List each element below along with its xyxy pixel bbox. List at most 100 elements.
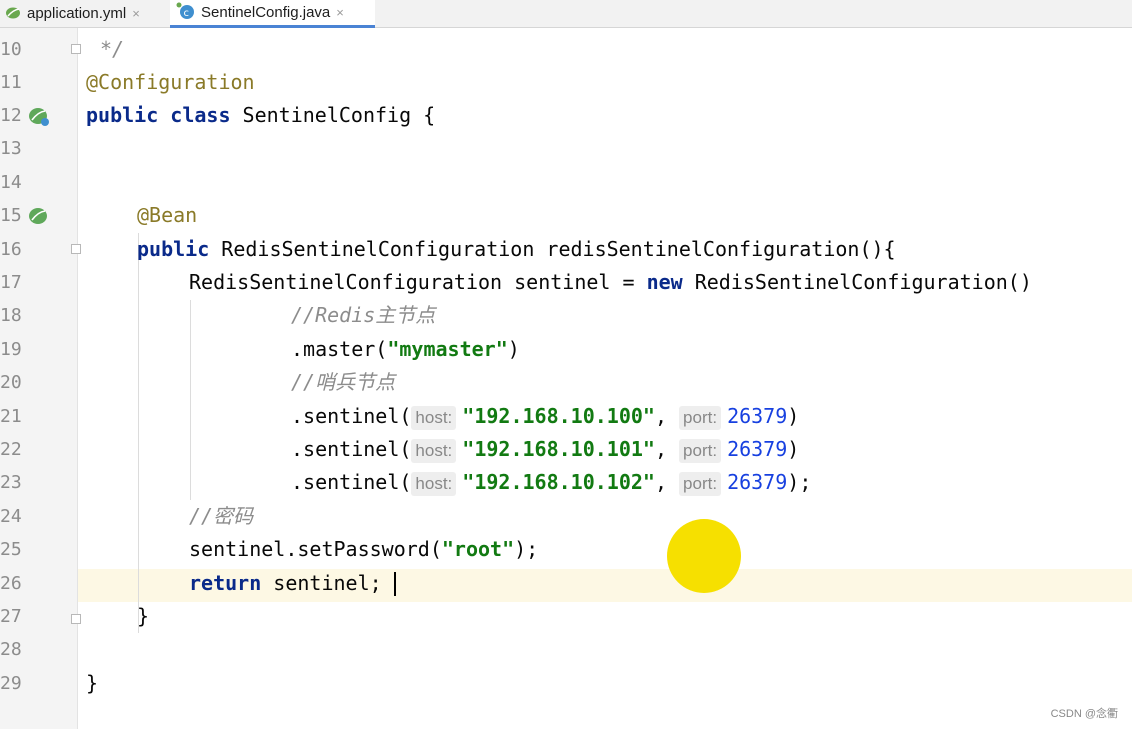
line-number: 10 bbox=[0, 39, 22, 60]
line-number: 15 bbox=[0, 205, 22, 226]
tab-sentinelconfig-java[interactable]: c SentinelConfig.java × bbox=[170, 0, 375, 28]
string-literal: "192.168.10.100" bbox=[462, 404, 655, 428]
code-line-19: .master("mymaster") bbox=[291, 333, 520, 366]
line-number: 16 bbox=[0, 239, 22, 260]
code-line-15: @Bean bbox=[137, 199, 197, 232]
string-literal: "root" bbox=[441, 537, 515, 561]
code-line-22: .sentinel(host: "192.168.10.101", port: 26… bbox=[291, 433, 799, 466]
code-line-16: public RedisSentinelConfiguration redisS… bbox=[137, 233, 896, 266]
code-text: .sentinel( bbox=[291, 470, 412, 494]
code-text: ) bbox=[787, 437, 800, 461]
annotation: @Configuration bbox=[86, 70, 255, 94]
text-cursor bbox=[394, 572, 396, 596]
line-number: 23 bbox=[0, 472, 22, 493]
code-line-25: sentinel.setPassword("root"); bbox=[189, 533, 538, 566]
code-line-23: .sentinel(host: "192.168.10.102", port: 26… bbox=[291, 466, 811, 499]
code-text: RedisSentinelConfiguration() bbox=[682, 270, 1032, 294]
code-line-29: } bbox=[86, 667, 98, 700]
code-text: ) bbox=[787, 404, 800, 428]
keyword: new bbox=[646, 270, 683, 294]
param-hint-port: port: bbox=[679, 406, 722, 430]
close-tab-icon[interactable]: × bbox=[132, 6, 140, 21]
indent-guide bbox=[190, 300, 191, 500]
string-literal: "192.168.10.101" bbox=[462, 437, 655, 461]
code-line-24: //密码 bbox=[189, 500, 253, 533]
line-number: 28 bbox=[0, 639, 22, 660]
java-class-icon: c bbox=[176, 2, 196, 24]
line-number: 20 bbox=[0, 372, 22, 393]
line-number-gutter[interactable]: 10 11 12 13 14 15 16 17 18 19 20 21 22 2… bbox=[0, 28, 110, 729]
param-hint-port: port: bbox=[679, 439, 722, 463]
param-hint-host: host: bbox=[411, 472, 457, 496]
code-editor[interactable]: */ @Configuration public class SentinelC… bbox=[78, 28, 1132, 729]
line-number: 24 bbox=[0, 506, 22, 527]
comment-end: */ bbox=[100, 37, 125, 61]
code-text: SentinelConfig { bbox=[230, 103, 436, 127]
indent-guide bbox=[138, 233, 139, 633]
line-number: 11 bbox=[0, 72, 22, 93]
closing-brace: } bbox=[86, 671, 99, 695]
param-hint-host: host: bbox=[411, 406, 457, 430]
line-number: 14 bbox=[0, 172, 22, 193]
string-literal: "mymaster" bbox=[387, 337, 508, 361]
code-text: , bbox=[654, 404, 667, 428]
comment: //Redis主节点 bbox=[291, 303, 436, 327]
tab-label: application.yml bbox=[27, 5, 127, 22]
code-text: .sentinel( bbox=[291, 404, 412, 428]
code-line-17: RedisSentinelConfiguration sentinel = ne… bbox=[189, 266, 1032, 299]
line-number: 17 bbox=[0, 272, 22, 293]
line-number: 12 bbox=[0, 105, 22, 126]
spring-bean-gutter-icon[interactable] bbox=[27, 206, 51, 232]
param-hint-host: host: bbox=[411, 439, 457, 463]
code-text: RedisSentinelConfiguration sentinel = bbox=[189, 270, 647, 294]
code-text: ); bbox=[514, 537, 539, 561]
code-line-26: return sentinel; bbox=[189, 567, 382, 600]
code-text: , bbox=[654, 437, 667, 461]
line-number: 22 bbox=[0, 439, 22, 460]
watermark: CSDN @念衢 bbox=[1050, 708, 1118, 720]
comment: //密码 bbox=[189, 504, 254, 528]
line-number: 19 bbox=[0, 339, 22, 360]
tab-application-yml[interactable]: application.yml × bbox=[0, 0, 168, 27]
code-text: sentinel.setPassword( bbox=[189, 537, 442, 561]
line-number: 26 bbox=[0, 573, 22, 594]
line-number: 13 bbox=[0, 138, 22, 159]
code-text: sentinel; bbox=[261, 571, 382, 595]
svg-text:c: c bbox=[184, 8, 190, 19]
keyword: return bbox=[189, 571, 262, 595]
code-line-10: */ bbox=[100, 33, 124, 66]
code-text: ) bbox=[507, 337, 520, 361]
code-text: RedisSentinelConfiguration redisSentinel… bbox=[209, 237, 896, 261]
closing-brace: } bbox=[137, 604, 150, 628]
tab-label: SentinelConfig.java bbox=[201, 4, 331, 21]
annotation: @Bean bbox=[137, 203, 198, 227]
mouse-highlight-circle bbox=[667, 519, 741, 593]
code-text: , bbox=[654, 470, 667, 494]
number-literal: 26379 bbox=[727, 470, 788, 494]
line-number: 25 bbox=[0, 539, 22, 560]
number-literal: 26379 bbox=[727, 437, 788, 461]
line-number: 27 bbox=[0, 606, 22, 627]
line-number: 29 bbox=[0, 673, 22, 694]
editor-tab-bar: application.yml × c SentinelConfig.java … bbox=[0, 0, 1132, 28]
code-line-27: } bbox=[137, 600, 149, 633]
code-line-21: .sentinel(host: "192.168.10.100", port: 26… bbox=[291, 400, 799, 433]
code-line-18: //Redis主节点 bbox=[291, 299, 435, 332]
string-literal: "192.168.10.102" bbox=[462, 470, 655, 494]
code-line-12: public class SentinelConfig { bbox=[86, 99, 435, 132]
line-number: 18 bbox=[0, 305, 22, 326]
code-text: .master( bbox=[291, 337, 388, 361]
code-line-11: @Configuration bbox=[86, 66, 255, 99]
keyword: public class bbox=[86, 103, 231, 127]
code-line-20: //哨兵节点 bbox=[291, 366, 395, 399]
keyword: public bbox=[137, 237, 210, 261]
code-text: .sentinel( bbox=[291, 437, 412, 461]
spring-leaf-icon bbox=[4, 4, 22, 24]
code-text: ); bbox=[787, 470, 812, 494]
close-tab-icon[interactable]: × bbox=[336, 5, 344, 20]
line-number: 21 bbox=[0, 406, 22, 427]
number-literal: 26379 bbox=[727, 404, 788, 428]
spring-bean-gutter-icon[interactable] bbox=[27, 106, 51, 132]
comment: //哨兵节点 bbox=[291, 370, 396, 394]
param-hint-port: port: bbox=[679, 472, 722, 496]
